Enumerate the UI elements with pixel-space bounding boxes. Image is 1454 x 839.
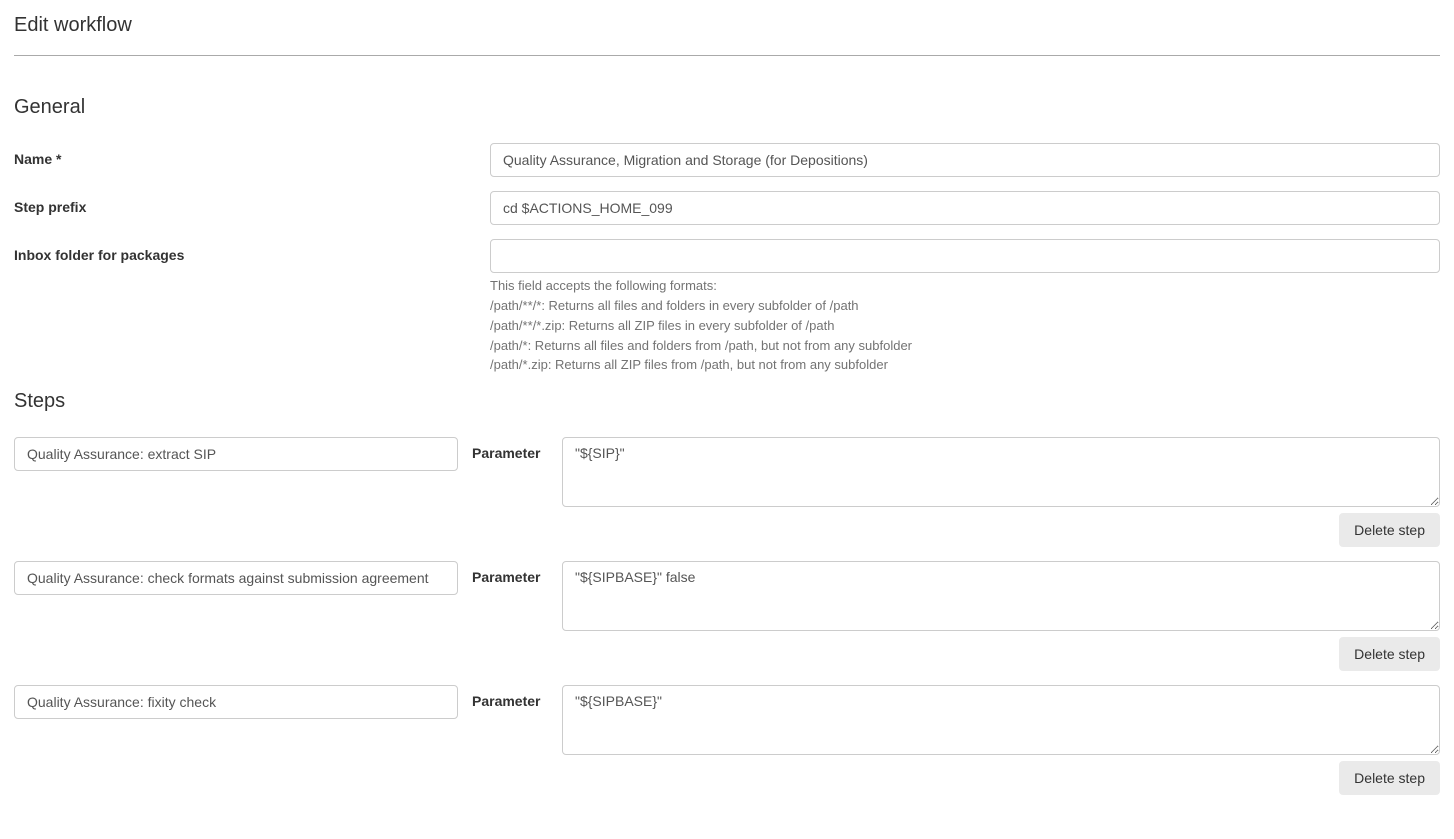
step-block: Parameter Delete step xyxy=(14,685,1440,795)
step-prefix-row: Step prefix xyxy=(14,191,1440,225)
parameter-textarea[interactable] xyxy=(562,685,1440,755)
parameter-label: Parameter xyxy=(472,685,548,709)
step-name-input[interactable] xyxy=(14,561,458,595)
step-prefix-input[interactable] xyxy=(490,191,1440,225)
parameter-label: Parameter xyxy=(472,561,548,585)
step-prefix-label: Step prefix xyxy=(14,191,490,215)
name-row: Name * xyxy=(14,143,1440,177)
parameter-textarea[interactable] xyxy=(562,437,1440,507)
inbox-input[interactable] xyxy=(490,239,1440,273)
delete-step-button[interactable]: Delete step xyxy=(1339,761,1440,795)
help-line: /path/**/*.zip: Returns all ZIP files in… xyxy=(490,317,1440,336)
step-block: Parameter Delete step xyxy=(14,561,1440,671)
help-line: /path/*: Returns all files and folders f… xyxy=(490,337,1440,356)
page-title: Edit workflow xyxy=(14,14,1440,37)
help-line: /path/*.zip: Returns all ZIP files from … xyxy=(490,356,1440,375)
help-line: /path/**/*: Returns all files and folder… xyxy=(490,297,1440,316)
parameter-textarea[interactable] xyxy=(562,561,1440,631)
help-line: This field accepts the following formats… xyxy=(490,277,1440,296)
step-name-input[interactable] xyxy=(14,685,458,719)
inbox-row: Inbox folder for packages This field acc… xyxy=(14,239,1440,376)
name-label: Name * xyxy=(14,143,490,167)
name-input[interactable] xyxy=(490,143,1440,177)
general-heading: General xyxy=(14,96,1440,119)
inbox-help: This field accepts the following formats… xyxy=(490,277,1440,375)
inbox-label: Inbox folder for packages xyxy=(14,239,490,263)
step-name-input[interactable] xyxy=(14,437,458,471)
delete-step-button[interactable]: Delete step xyxy=(1339,513,1440,547)
parameter-label: Parameter xyxy=(472,437,548,461)
divider xyxy=(14,55,1440,56)
steps-heading: Steps xyxy=(14,390,1440,413)
delete-step-button[interactable]: Delete step xyxy=(1339,637,1440,671)
step-block: Parameter Delete step xyxy=(14,437,1440,547)
